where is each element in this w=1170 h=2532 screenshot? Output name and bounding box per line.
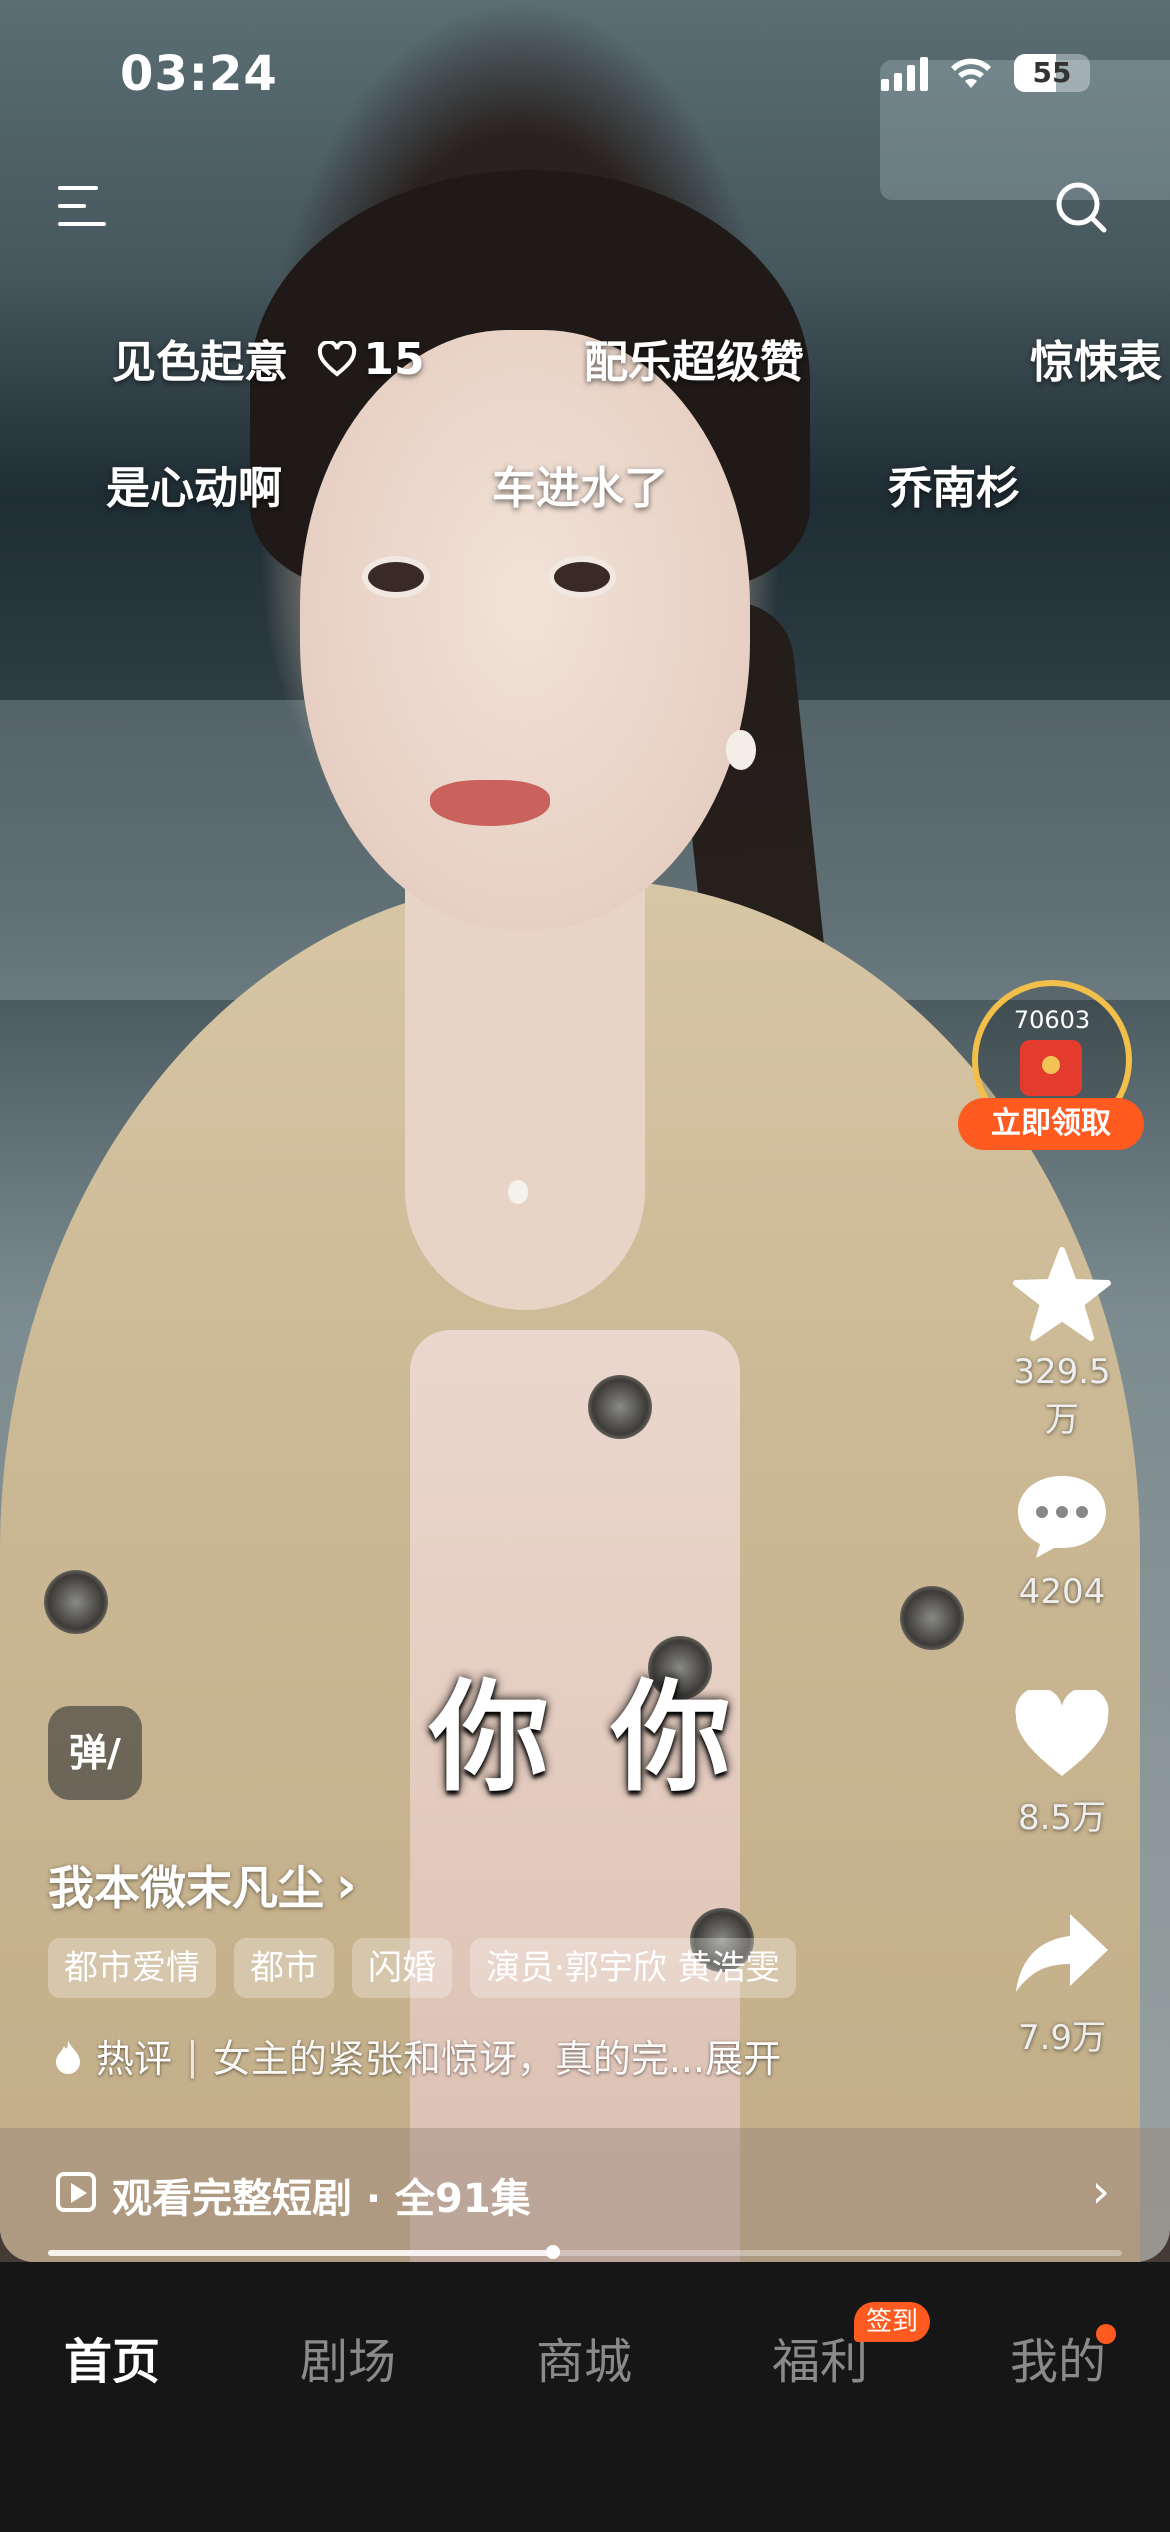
actress-face [300,330,750,930]
tab-mall[interactable]: 商城 [536,2322,632,2392]
floating-tag[interactable]: 见色起意 15 [112,326,425,390]
status-indicators: 55 [881,54,1090,92]
reward-amount: 70603 [1013,1006,1091,1034]
hot-comment-label: 热评 [96,2037,173,2081]
tag-like-count: 15 [317,333,425,385]
chevron-right-icon: › [336,1856,357,1914]
share-action[interactable]: 7.9万 [1002,1910,1122,2059]
cellular-signal-icon [881,55,928,91]
comment-icon [1018,1476,1106,1558]
tag-like-number: 15 [363,333,425,385]
drama-title-link[interactable]: 我本微末凡尘 › [48,1852,357,1918]
genre-tag-list: 都市爱情 都市 闪婚 演员·郭宇欣 黄浩雯 [48,1938,796,1998]
tag-text: 见色起意 [112,337,288,388]
floating-tag[interactable]: 惊悚表 [1030,326,1162,390]
floating-tag[interactable]: 是心动啊 [106,452,282,516]
share-count: 7.9万 [1017,2018,1107,2058]
floating-tag[interactable]: 乔南杉 [888,452,1020,516]
genre-tag[interactable]: 都市 [234,1938,334,1998]
tab-me[interactable]: 我的 [1010,2322,1106,2392]
earring [726,730,756,770]
video-subtitle: 你 你 [429,1669,741,1808]
status-time: 03:24 [120,46,278,102]
jacket-button [44,1570,108,1634]
star-icon [1013,1247,1111,1341]
floating-tag[interactable]: 配乐超级赞 [584,326,804,390]
hot-comment-separator: | [186,2033,199,2078]
battery-level: 55 [1032,56,1072,89]
actress-eye-left [362,556,430,598]
comment-count: 4204 [1018,1572,1106,1612]
genre-tag[interactable]: 闪婚 [352,1938,452,1998]
claim-reward-button[interactable]: 立即领取 [958,1098,1144,1150]
wifi-icon [951,58,991,88]
jacket-button [588,1375,652,1439]
drama-title: 我本微末凡尘 [48,1861,324,1915]
search-icon[interactable] [1052,178,1108,234]
share-arrow-icon [1016,1914,1108,1992]
battery-icon: 55 [1014,54,1090,92]
cast-tag[interactable]: 演员·郭宇欣 黄浩雯 [470,1938,796,1998]
watch-full-drama-bar[interactable]: 观看完整短剧 · 全91集 › [0,2128,1170,2262]
red-envelope-icon [1020,1040,1082,1096]
tab-theater[interactable]: 剧场 [300,2322,396,2392]
favorite-count: 329.5万 [1013,1352,1111,1440]
hot-comment-text: 女主的紧张和惊讶，真的完... [212,2037,706,2081]
favorite-action[interactable]: 329.5万 [1002,1246,1122,1441]
menu-icon[interactable] [58,182,108,230]
flame-icon [56,2039,80,2074]
reward-red-packet[interactable]: 70603 立即领取 [958,980,1144,1150]
expand-link[interactable]: 展开 [705,2028,781,2083]
watch-full-label: 观看完整短剧 · 全91集 [112,2176,531,2222]
heart-outline-icon [318,341,357,377]
checkin-badge: 签到 [854,2302,931,2342]
danmaku-toggle-button[interactable]: 弹/ [48,1706,142,1800]
floating-tag[interactable]: 车进水了 [492,452,668,516]
actress-eye-right [548,556,616,598]
app-screen: 03:24 55 见色起意 15 配乐超级赞 惊悚表 是心动啊 车进水了 乔南杉… [0,0,1170,2532]
notification-dot [1096,2324,1116,2344]
play-icon [56,2172,96,2212]
chevron-right-icon: › [1091,2164,1110,2218]
hot-comment[interactable]: 热评 | 女主的紧张和惊讶，真的完... 展开 [54,2028,781,2083]
bottom-tab-bar: 首页 剧场 商城 福利 签到 我的 [0,2262,1170,2532]
playback-scrubber-knob[interactable] [545,2245,560,2259]
actress-neck [405,880,645,1310]
tab-home[interactable]: 首页 [64,2322,160,2392]
playback-progress-fill [48,2250,553,2256]
playback-progress-bar[interactable] [48,2245,1122,2259]
necklace-pendant [508,1180,528,1204]
actress-mouth [430,780,550,826]
comment-action[interactable]: 4204 [1002,1470,1122,1612]
genre-tag[interactable]: 都市爱情 [48,1938,216,1998]
